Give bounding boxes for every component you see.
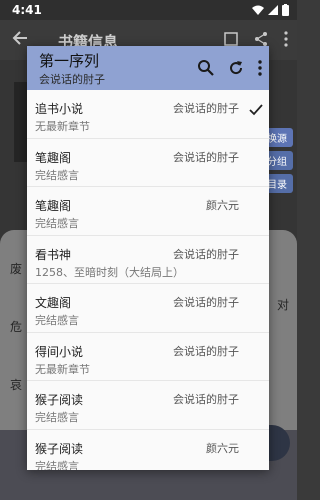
- source-item[interactable]: 文趣阁 会说话的肘子 完结感言: [27, 284, 269, 333]
- signal-icon: [268, 5, 278, 15]
- dialog-actions: [197, 59, 263, 77]
- dialog-title: 第一序列: [39, 52, 100, 70]
- bg-row-2: 危: [10, 320, 23, 334]
- dialog-header: 第一序列 会说话的肘子: [27, 46, 269, 90]
- tag-toc[interactable]: 目录: [265, 174, 293, 193]
- source-name: 文趣阁: [35, 296, 72, 310]
- source-name: 猴子阅读: [35, 441, 84, 456]
- change-source-dialog: 第一序列 会说话的肘子 追书小说 会说话的肘子 无最新章节 笔趣阁 会说话的肘子…: [27, 46, 269, 470]
- background-tags: 换源 分组 目录: [265, 124, 293, 197]
- tag-group[interactable]: 分组: [265, 151, 293, 170]
- source-latest-chapter: 完结感言: [35, 459, 79, 471]
- more-vert-icon[interactable]: [283, 31, 289, 47]
- source-latest-chapter: 无最新章节: [35, 362, 90, 376]
- source-author: 会说话的肘子: [173, 102, 239, 115]
- search-icon[interactable]: [197, 59, 215, 77]
- status-bar: 4:41: [0, 0, 297, 20]
- source-author: 颜六元: [206, 199, 239, 212]
- source-author: 会说话的肘子: [173, 296, 239, 309]
- source-latest-chapter: 完结感言: [35, 411, 79, 424]
- source-latest-chapter: 完结感言: [35, 314, 79, 327]
- source-item[interactable]: 笔趣阁 颜六元 完结感言: [27, 187, 269, 236]
- source-name: 得间小说: [35, 344, 84, 359]
- source-author: 会说话的肘子: [173, 393, 239, 406]
- back-arrow-icon[interactable]: [12, 30, 28, 46]
- tag-change-source[interactable]: 换源: [265, 128, 293, 147]
- source-name: 笔趣阁: [35, 199, 72, 213]
- share-icon[interactable]: [253, 31, 269, 47]
- check-icon: [249, 104, 263, 116]
- source-latest-chapter: 无最新章节: [35, 120, 90, 133]
- status-icons: [252, 4, 289, 16]
- app-bar-actions: [223, 31, 289, 47]
- source-name: 笔趣阁: [35, 150, 72, 165]
- edit-icon[interactable]: [223, 31, 239, 47]
- source-item[interactable]: 看书神 会说话的肘子 1258、至暗时刻（大结局上）: [27, 236, 269, 284]
- source-item[interactable]: 笔趣阁 会说话的肘子 完结感言: [27, 139, 269, 187]
- dialog-subtitle: 会说话的肘子: [39, 73, 105, 86]
- source-author: 颜六元: [206, 441, 239, 455]
- bg-row-1: 废: [10, 262, 23, 276]
- source-latest-chapter: 完结感言: [35, 168, 79, 182]
- source-latest-chapter: 1258、至暗时刻（大结局上）: [35, 265, 184, 279]
- refresh-icon[interactable]: [227, 59, 245, 77]
- source-item[interactable]: 猴子阅读 颜六元 完结感言: [27, 430, 269, 471]
- source-list: 追书小说 会说话的肘子 无最新章节 笔趣阁 会说话的肘子 完结感言 笔趣阁 颜六…: [27, 90, 269, 470]
- source-item[interactable]: 追书小说 会说话的肘子 无最新章节: [27, 90, 269, 139]
- wifi-icon: [252, 5, 264, 15]
- source-name: 猴子阅读: [35, 393, 84, 407]
- source-name: 追书小说: [35, 102, 84, 116]
- source-author: 会说话的肘子: [173, 344, 239, 358]
- source-item[interactable]: 猴子阅读 会说话的肘子 完结感言: [27, 381, 269, 430]
- source-name: 看书神: [35, 247, 72, 262]
- source-author: 会说话的肘子: [173, 247, 239, 261]
- status-time: 4:41: [12, 3, 42, 17]
- more-vert-icon[interactable]: [257, 59, 263, 77]
- battery-icon: [282, 4, 289, 16]
- source-item[interactable]: 得间小说 会说话的肘子 无最新章节: [27, 333, 269, 381]
- bg-row-3: 哀: [10, 378, 23, 392]
- source-latest-chapter: 完结感言: [35, 217, 79, 230]
- source-author: 会说话的肘子: [173, 150, 239, 164]
- bg-right-text: 对: [276, 298, 289, 312]
